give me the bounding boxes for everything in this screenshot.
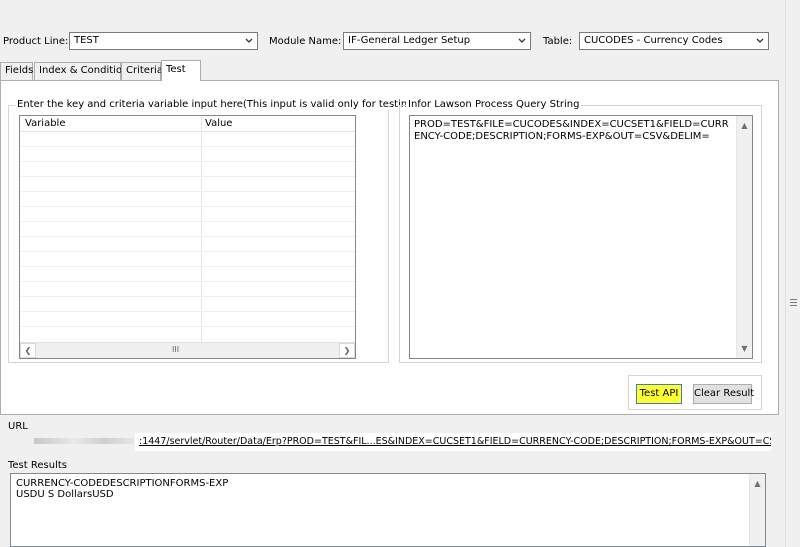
column-header-variable: Variable	[25, 118, 66, 129]
test-results-textarea[interactable]: CURRENCY-CODEDESCRIPTIONFORMS-EXP USDU S…	[10, 473, 766, 547]
scroll-up-icon[interactable]: ▲	[737, 118, 752, 133]
variables-grid-header: Variable Value	[20, 116, 355, 132]
grid-row-line	[20, 326, 355, 327]
grid-row-line	[20, 206, 355, 207]
table-value: CUCODES - Currency Codes	[584, 35, 723, 46]
horizontal-scrollbar[interactable]: ❮ III ❯	[20, 342, 355, 358]
tab-fields[interactable]: Fields	[0, 62, 33, 80]
result-line: USDU S DollarsUSD	[16, 489, 114, 500]
tab-label: Criteria	[126, 65, 163, 76]
table-label: Table:	[543, 36, 573, 47]
clear-result-button[interactable]: Clear Result	[693, 384, 754, 404]
tab-criteria[interactable]: Criteria	[121, 62, 163, 80]
result-line: CURRENCY-CODEDESCRIPTIONFORMS-EXP	[16, 478, 229, 489]
chevron-down-icon	[518, 38, 526, 43]
grid-row-line	[20, 251, 355, 252]
url-text: :1447/servlet/Router/Data/Erp?PROD=TEST&…	[139, 436, 771, 447]
table-dropdown[interactable]: CUCODES - Currency Codes	[579, 32, 769, 50]
product-line-dropdown[interactable]: TEST	[69, 32, 258, 50]
scroll-grip-icon	[790, 302, 797, 303]
grid-row-line	[20, 296, 355, 297]
url-label: URL	[8, 421, 28, 432]
scroll-up-icon[interactable]: ▲	[750, 476, 765, 491]
column-header-value: Value	[205, 118, 233, 129]
variables-grid[interactable]: Variable Value ❮ III ❯	[19, 115, 356, 359]
grid-row-line	[20, 311, 355, 312]
vertical-scrollbar[interactable]: ▲	[749, 474, 765, 546]
grid-row-line	[20, 146, 355, 147]
module-name-value: IF-General Ledger Setup	[348, 35, 471, 46]
tab-index-condition[interactable]: Index & Condition	[34, 62, 128, 80]
grid-row-line	[20, 236, 355, 237]
scroll-down-icon[interactable]: ▼	[737, 341, 752, 356]
scroll-grip-icon	[790, 305, 797, 306]
grid-row-line	[20, 221, 355, 222]
module-name-dropdown[interactable]: IF-General Ledger Setup	[343, 32, 531, 50]
grid-row-line	[20, 266, 355, 267]
redacted-host-blur	[34, 438, 134, 444]
url-field[interactable]: :1447/servlet/Router/Data/Erp?PROD=TEST&…	[135, 433, 771, 451]
scroll-grip-icon	[790, 299, 797, 300]
test-results-label: Test Results	[8, 460, 67, 471]
product-line-label: Product Line:	[3, 36, 69, 47]
grid-row-line	[20, 191, 355, 192]
tab-label: Index & Condition	[39, 65, 129, 76]
grid-row-line	[20, 281, 355, 282]
top-bar	[0, 0, 780, 24]
chevron-down-icon	[756, 38, 764, 43]
scroll-left-icon[interactable]: ❮	[20, 343, 36, 358]
chevron-down-icon	[245, 38, 253, 43]
grid-row-line	[20, 161, 355, 162]
vertical-scrollbar[interactable]: ▲ ▼	[736, 116, 752, 358]
product-line-value: TEST	[74, 35, 99, 46]
tab-test[interactable]: Test	[161, 60, 201, 81]
module-name-label: Module Name:	[269, 36, 342, 47]
tab-label: Test	[166, 64, 186, 75]
tab-label: Fields	[5, 65, 34, 76]
grid-row-line	[20, 176, 355, 177]
scroll-right-icon[interactable]: ❯	[339, 343, 355, 358]
query-string-group-title: Infor Lawson Process Query String	[406, 99, 582, 110]
query-string-textarea[interactable]: PROD=TEST&FILE=CUCODES&INDEX=CUCSET1&FIE…	[409, 115, 753, 359]
variables-group-title: Enter the key and criteria variable inpu…	[15, 99, 459, 110]
column-divider	[201, 116, 202, 343]
window-vertical-scrollbar[interactable]	[785, 0, 800, 547]
test-api-button[interactable]: Test API	[636, 384, 682, 404]
scroll-thumb-grip[interactable]: III	[172, 345, 179, 354]
query-string-text: PROD=TEST&FILE=CUCODES&INDEX=CUCSET1&FIE…	[414, 119, 729, 142]
